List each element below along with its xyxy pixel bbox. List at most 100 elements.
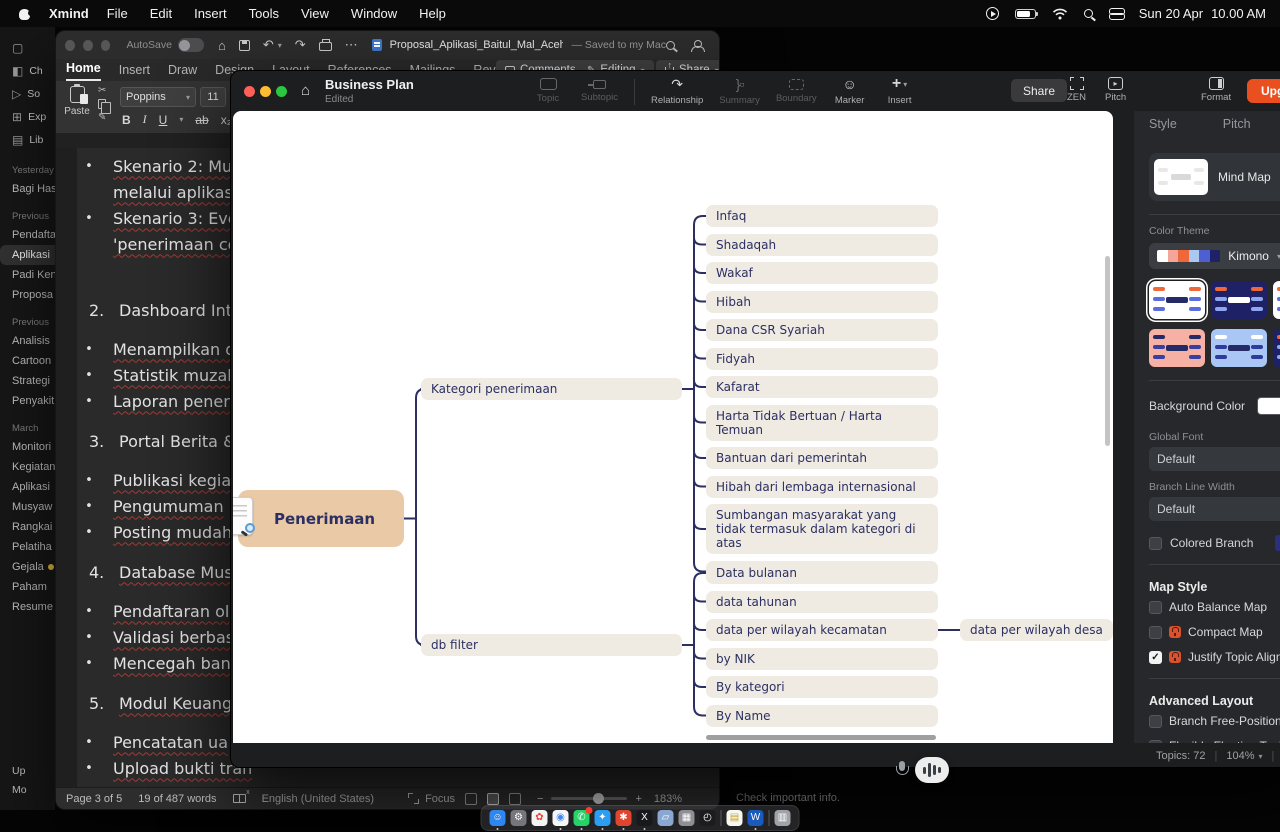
autosave-control[interactable]: AutoSave	[126, 38, 204, 52]
format-chevron-button[interactable]: ▾	[179, 115, 183, 124]
sidebar-item[interactable]: Paham	[0, 577, 55, 597]
xmind-tool-boundary[interactable]: Boundary	[776, 76, 817, 104]
mindmap-topic[interactable]: Kategori penerimaan	[421, 378, 682, 400]
zen-button[interactable]: ZEN	[1067, 77, 1086, 103]
sidebar-nav-item[interactable]: ▢	[12, 41, 55, 55]
mindmap-topic[interactable]: db filter	[421, 634, 682, 656]
checkbox[interactable]	[1149, 601, 1162, 614]
branch-line-width-select[interactable]: Default	[1149, 497, 1280, 521]
xmind-tool-summary[interactable]: }▫Summary	[719, 76, 760, 106]
dock-app-folder[interactable]: ▱	[658, 810, 674, 826]
format-underline-button[interactable]: U	[159, 113, 168, 127]
theme-thumbnail[interactable]	[1149, 329, 1205, 367]
read-mode-button[interactable]	[465, 793, 477, 805]
pitch-button[interactable]: ▸ Pitch	[1105, 77, 1126, 103]
dock-app-safari[interactable]: ✦	[595, 810, 611, 826]
dock-app-system-settings[interactable]: ⚙	[511, 810, 527, 826]
mindmap-topic[interactable]: by NIK	[706, 648, 938, 670]
background-color-swatch[interactable]	[1257, 397, 1280, 415]
sidebar-item[interactable]: Penyakit	[0, 391, 55, 411]
sidebar-nav-item[interactable]: ◧Ch	[12, 64, 55, 78]
sidebar-item[interactable]: Monitori	[0, 437, 55, 457]
window-minimize-button[interactable]	[83, 40, 93, 51]
sidebar-item[interactable]: Padi Ken	[0, 265, 55, 285]
theme-thumbnail[interactable]	[1273, 281, 1280, 319]
mindmap-topic[interactable]: data tahunan	[706, 591, 938, 613]
proofing-icon[interactable]	[233, 794, 246, 803]
dock-app-clock-app[interactable]: ◴	[700, 810, 716, 826]
window-close-button[interactable]	[65, 40, 75, 51]
theme-thumbnail[interactable]	[1211, 329, 1267, 367]
sidebar-item[interactable]: Aplikasi	[0, 477, 55, 497]
format-italic-button[interactable]: I	[143, 112, 147, 127]
xmind-tool-marker[interactable]: ☺Marker	[833, 76, 867, 106]
dock-app-trash[interactable]: ▥	[775, 810, 791, 826]
mindmap-topic[interactable]: data per wilayah desa	[960, 619, 1113, 641]
window-minimize-button[interactable]	[260, 86, 271, 97]
font-name-select[interactable]: Poppins ▾	[120, 87, 196, 107]
sidebar-item[interactable]: Resume	[0, 597, 55, 617]
dock-app-finder[interactable]: ☺	[490, 810, 506, 826]
mm-root[interactable]: Penerimaan	[238, 490, 404, 547]
print-icon[interactable]	[319, 42, 332, 51]
mindmap-topic[interactable]: Harta Tidak Bertuan / Harta Temuan	[706, 405, 938, 441]
print-layout-button[interactable]	[487, 793, 499, 805]
autosave-toggle[interactable]	[178, 38, 204, 52]
ribbon-tab-home[interactable]: Home	[66, 61, 101, 81]
sidebar-footer-item[interactable]: Up	[12, 765, 27, 777]
voice-indicator-pill[interactable]	[915, 757, 949, 783]
checkbox-checked[interactable]: ✓	[1149, 651, 1162, 664]
sidebar-footer-item[interactable]: Mo	[12, 784, 27, 796]
color-theme-select[interactable]: Kimono ▾	[1149, 243, 1280, 269]
upgrade-button[interactable]: Upgrade	[1247, 79, 1280, 103]
share-button[interactable]: Share	[1011, 79, 1067, 102]
menu-item-window[interactable]: Window	[351, 6, 397, 21]
sidebar-item[interactable]: Aplikasi	[0, 245, 55, 265]
xmind-zoom-level[interactable]: 104%	[1226, 750, 1254, 762]
colored-branch-swatch[interactable]	[1275, 535, 1280, 551]
search-icon[interactable]	[666, 41, 675, 50]
xmind-tool-relationship[interactable]: ↷Relationship	[651, 76, 703, 106]
window-zoom-button[interactable]	[276, 86, 287, 97]
zoom-in-button[interactable]: +	[635, 793, 641, 805]
zoom-slider-knob[interactable]	[593, 793, 604, 804]
dock-app-chrome[interactable]: ◉	[553, 810, 569, 826]
mindmap-topic[interactable]: Data bulanan	[706, 562, 938, 584]
spotlight-icon[interactable]	[1084, 9, 1093, 18]
chevron-down-icon[interactable]: ▾	[1259, 752, 1263, 761]
ribbon-tab-draw[interactable]: Draw	[168, 63, 197, 81]
horizontal-scrollbar[interactable]	[706, 735, 936, 740]
cut-icon[interactable]: ✂	[98, 85, 106, 96]
apple-menu-icon[interactable]	[18, 7, 31, 20]
menu-item-file[interactable]: File	[107, 6, 128, 21]
more-icon[interactable]: ⋯	[345, 37, 358, 53]
word-count[interactable]: 19 of 487 words	[138, 793, 216, 805]
home-icon[interactable]: ⌂	[218, 38, 226, 53]
dock-app-keynote-app[interactable]: ▦	[679, 810, 695, 826]
checkbox[interactable]	[1149, 626, 1162, 639]
sidebar-item[interactable]: Kegiatan	[0, 457, 55, 477]
sidebar-item[interactable]: Gejala	[0, 557, 55, 577]
undo-chevron-icon[interactable]: ▾	[278, 41, 282, 50]
mindmap-topic[interactable]: Bantuan dari pemerintah	[706, 447, 938, 469]
mindmap-topic[interactable]: Fidyah	[706, 348, 938, 370]
sidebar-item[interactable]: Analisis	[0, 331, 55, 351]
share-profile-icon[interactable]	[691, 40, 703, 51]
language-indicator[interactable]: English (United States)	[262, 793, 375, 805]
global-font-select[interactable]: Default	[1149, 447, 1280, 471]
redo-icon[interactable]: ↷	[295, 37, 306, 53]
zoom-level[interactable]: 183%	[654, 793, 682, 805]
format-strike-button[interactable]: ab	[195, 113, 208, 127]
dock-app-pdf-app[interactable]: ✱	[616, 810, 632, 826]
sidebar-item[interactable]: Pendafta	[0, 225, 55, 245]
web-layout-button[interactable]	[509, 793, 521, 805]
ribbon-tab-insert[interactable]: Insert	[119, 63, 150, 81]
theme-thumbnail[interactable]	[1273, 329, 1280, 367]
sidebar-item[interactable]: Proposa	[0, 285, 55, 305]
theme-thumbnail[interactable]	[1149, 281, 1205, 319]
sidebar-item[interactable]: Pelatiha	[0, 537, 55, 557]
mindmap-topic[interactable]: Dana CSR Syariah	[706, 319, 938, 341]
battery-icon[interactable]	[1015, 9, 1036, 19]
zoom-out-button[interactable]: −	[537, 793, 543, 805]
xmind-tool-subtopic[interactable]: Subtopic	[581, 76, 618, 103]
